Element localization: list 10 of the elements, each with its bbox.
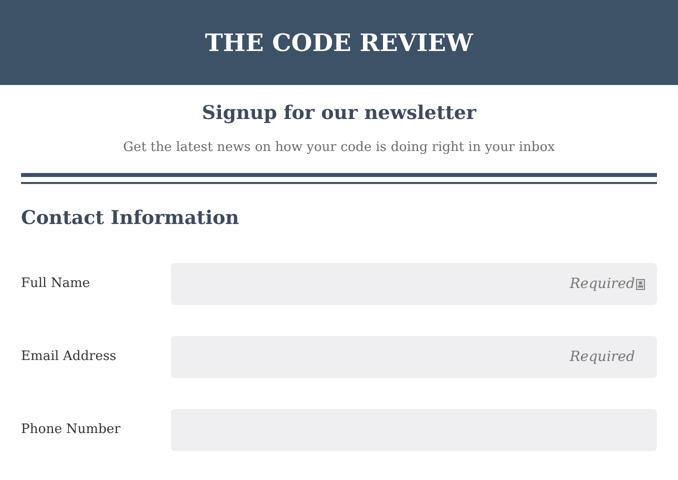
field-label: Phone Number — [21, 420, 122, 439]
site-title: THE CODE REVIEW — [205, 26, 473, 58]
contact-card-icon[interactable] — [636, 278, 645, 290]
newsletter-heading: Signup for our newsletter — [202, 101, 476, 126]
newsletter-description: Get the latest news on how your code is doing right in your inbox — [123, 138, 555, 156]
section-title: Contact Information — [21, 206, 240, 231]
field-label: Email Address — [21, 348, 118, 366]
input-field[interactable]: Required — [171, 336, 657, 378]
input-field[interactable]: Required — [171, 262, 657, 304]
field-label: Full Name — [21, 274, 91, 293]
